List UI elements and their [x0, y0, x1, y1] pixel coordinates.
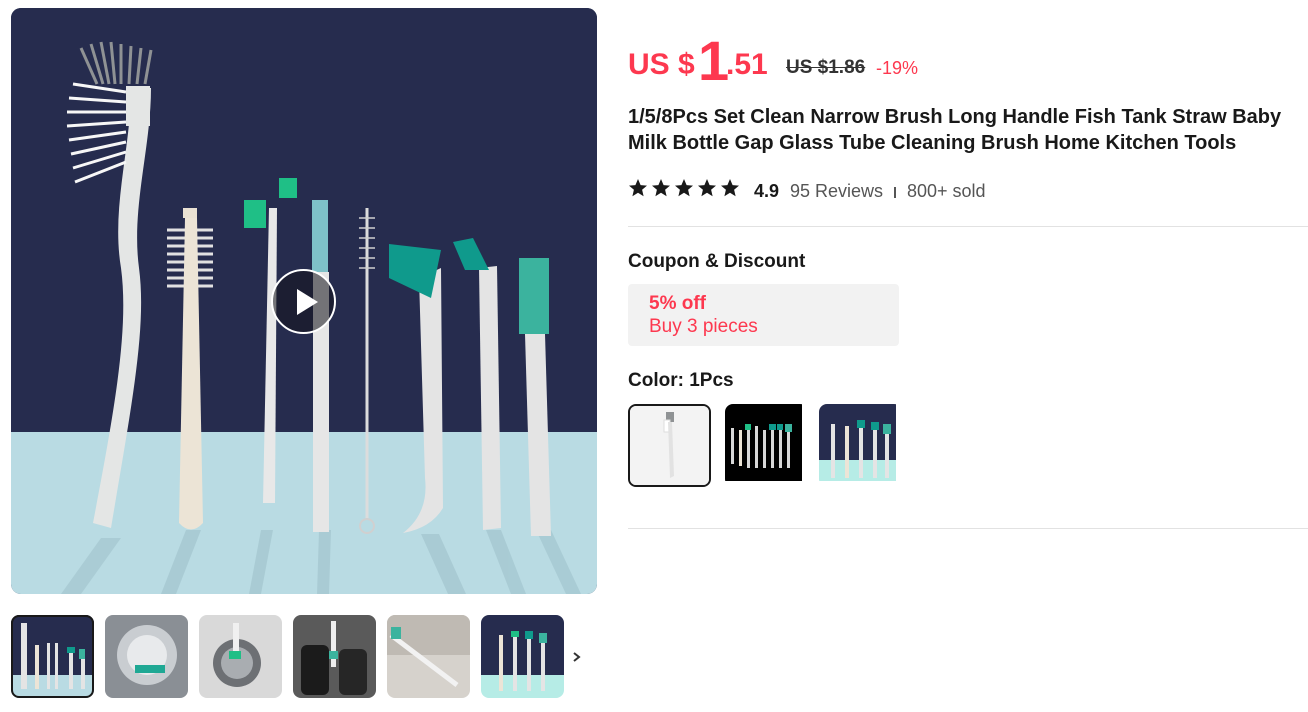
star-icon: [675, 179, 693, 197]
coupon-subtitle: Buy 3 pieces: [649, 316, 758, 337]
coupon-section-label: Coupon & Discount: [628, 251, 806, 272]
thumbnail-image: [387, 615, 470, 698]
thumbnail-3[interactable]: [199, 615, 282, 698]
price-integer: 1: [698, 29, 729, 92]
product-title: 1/5/8Pcs Set Clean Narrow Brush Long Han…: [628, 106, 1282, 154]
coupon-card[interactable]: 5% off Buy 3 pieces: [628, 284, 899, 346]
chevron-right-icon: [573, 652, 581, 662]
thumbnail-image: [199, 615, 282, 698]
price-decimal: .51: [726, 48, 768, 81]
color-option-2[interactable]: [725, 404, 808, 487]
divider: [628, 528, 1308, 529]
sold-count: 800+ sold: [907, 181, 986, 201]
thumbnail-image: [11, 615, 94, 698]
color-option-1pcs[interactable]: [628, 404, 711, 487]
thumbnail-4[interactable]: [293, 615, 376, 698]
discount-percent: -19%: [876, 58, 919, 78]
color-option-3[interactable]: [819, 404, 902, 487]
thumbnail-5[interactable]: [387, 615, 470, 698]
main-product-image[interactable]: [11, 8, 597, 594]
thumbnail-image: [481, 615, 564, 698]
reviews-link[interactable]: 95 Reviews: [790, 181, 883, 202]
star-icon: [721, 179, 739, 197]
thumbnail-image: [105, 615, 188, 698]
play-video-button[interactable]: [271, 269, 336, 334]
thumbnail-6[interactable]: [481, 615, 564, 698]
price-currency: US $: [628, 48, 695, 81]
play-icon: [297, 289, 318, 315]
rating-value: 4.9: [754, 181, 780, 201]
thumbnail-1[interactable]: [11, 615, 94, 698]
color-label: Color: 1Pcs: [628, 370, 734, 391]
coupon-title: 5% off: [649, 293, 706, 314]
thumbnail-2[interactable]: [105, 615, 188, 698]
star-icon: [698, 179, 716, 197]
star-icon: [629, 179, 647, 197]
star-icon: [652, 179, 670, 197]
separator: [894, 187, 896, 198]
original-price: US $1.86: [786, 57, 866, 78]
swatch-image: [630, 406, 709, 485]
thumbnail-image: [293, 615, 376, 698]
swatch-image: [819, 404, 896, 481]
divider: [628, 226, 1308, 227]
thumbnail-next-button[interactable]: [571, 645, 585, 669]
swatch-image: [725, 404, 802, 481]
